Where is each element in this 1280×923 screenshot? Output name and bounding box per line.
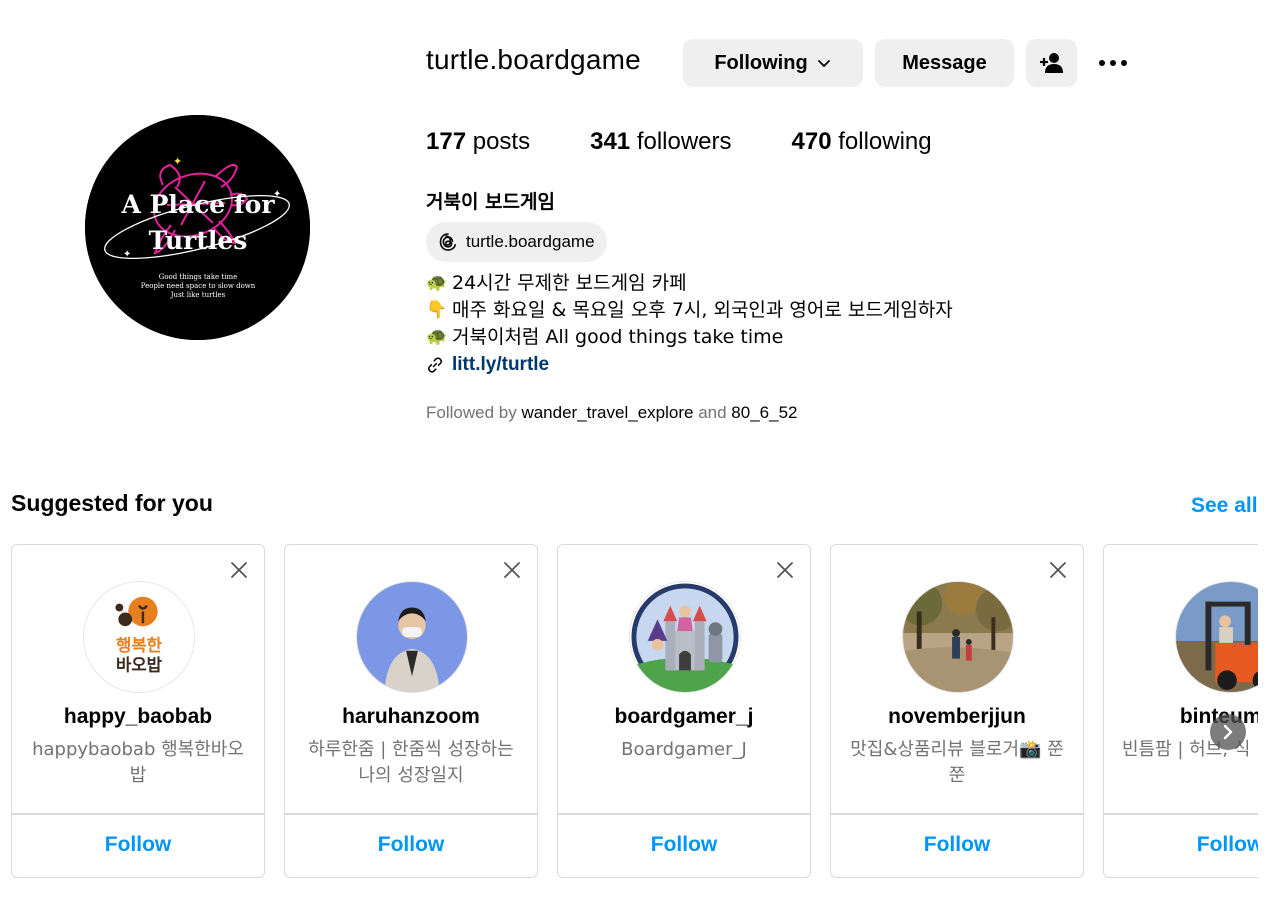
- suggestion-card: novemberjjun 맛집&상품리뷰 블로거📸 쭌쭌 Follow: [830, 544, 1084, 878]
- bio-line-1: 🐢 24시간 무제한 보드게임 카페: [426, 270, 953, 297]
- avatar-title-line1: A Place for: [120, 190, 275, 219]
- followers-stat[interactable]: 341 followers: [590, 128, 731, 156]
- baobab-logo-line1: 행복한: [116, 635, 163, 655]
- avatar-title-line2: Turtles: [149, 226, 248, 255]
- carousel-next-button[interactable]: [1210, 714, 1246, 750]
- turtle-emoji-icon: 🐢: [426, 327, 448, 347]
- suggestion-avatar[interactable]: [356, 581, 468, 693]
- person-photo: [357, 582, 467, 692]
- followed-by-user-2[interactable]: 80_6_52: [731, 403, 797, 422]
- suggestion-card: boardgamer_j Boardgamer_J Follow: [557, 544, 811, 878]
- add-user-button[interactable]: [1026, 39, 1077, 87]
- suggested-title: Suggested for you: [11, 490, 213, 516]
- threads-icon: [439, 233, 456, 251]
- card-divider: [831, 813, 1083, 815]
- profile-bio: 🐢 24시간 무제한 보드게임 카페 👇 매주 화요일 & 목요일 오후 7시, 외…: [426, 270, 953, 378]
- suggested-carousel: 행복한 바오밥 happy_baobab happybaobab 행복한바오밥 …: [11, 544, 1258, 879]
- bio-link[interactable]: litt.ly/turtle: [426, 351, 953, 378]
- chevron-right-icon: [1223, 724, 1233, 740]
- suggestion-subtitle: Boardgamer_J: [621, 739, 747, 760]
- park-photo: [903, 582, 1013, 692]
- profile-username: turtle.boardgame: [426, 44, 641, 75]
- suggestion-username[interactable]: boardgamer_j: [558, 705, 810, 729]
- baobab-logo-line2: 바오밥: [116, 655, 163, 674]
- suggestion-avatar[interactable]: [902, 581, 1014, 693]
- card-divider: [1104, 813, 1258, 815]
- turtle-emoji-icon: 🐢: [426, 273, 448, 293]
- svg-text:✦: ✦: [273, 189, 281, 200]
- svg-text:✦: ✦: [123, 249, 131, 260]
- forklift-photo: [1176, 582, 1258, 692]
- suggestion-avatar[interactable]: [1175, 581, 1258, 693]
- castle-illustration: [630, 582, 740, 692]
- posts-stat[interactable]: 177 posts: [426, 128, 530, 156]
- threads-badge[interactable]: turtle.boardgame: [426, 222, 607, 262]
- suggestion-username[interactable]: novemberjjun: [831, 705, 1083, 729]
- avatar-tagline-2: People need space to slow down: [141, 282, 256, 290]
- threads-handle: turtle.boardgame: [466, 232, 595, 251]
- avatar-tagline-3: Just like turtles: [170, 291, 226, 299]
- link-icon: [427, 356, 443, 373]
- follow-button[interactable]: Follow: [1104, 833, 1258, 857]
- follow-button[interactable]: Follow: [285, 833, 537, 857]
- message-button[interactable]: Message: [875, 39, 1014, 87]
- close-icon[interactable]: [228, 559, 250, 581]
- suggestion-avatar[interactable]: 행복한 바오밥: [83, 581, 195, 693]
- close-icon[interactable]: [501, 559, 523, 581]
- following-stat[interactable]: 470 following: [792, 128, 932, 156]
- message-button-label: Message: [902, 51, 987, 74]
- suggestion-subtitle: 맛집&상품리뷰 블로거📸 쭌쭌: [850, 739, 1064, 786]
- suggestion-subtitle: 하루한줌 | 한줌씩 성장하는 나의 성장일지: [308, 739, 514, 786]
- bio-link-text[interactable]: litt.ly/turtle: [452, 351, 549, 378]
- close-icon[interactable]: [1047, 559, 1069, 581]
- suggestion-username[interactable]: haruhanzoom: [285, 705, 537, 729]
- add-user-icon: [1039, 53, 1063, 73]
- profile-avatar[interactable]: A Place for Turtles Good things take tim…: [85, 115, 310, 340]
- svg-text:✦: ✦: [173, 155, 182, 168]
- card-divider: [558, 813, 810, 815]
- more-options-icon[interactable]: [1093, 48, 1133, 78]
- profile-avatar-logo: A Place for Turtles Good things take tim…: [85, 115, 310, 340]
- suggestion-username[interactable]: happy_baobab: [12, 705, 264, 729]
- card-divider: [285, 813, 537, 815]
- followed-by-text[interactable]: Followed by wander_travel_explore and 80…: [426, 403, 797, 423]
- following-button[interactable]: Following: [683, 39, 863, 87]
- follow-button[interactable]: Follow: [12, 833, 264, 857]
- baobab-logo: 행복한 바오밥: [84, 582, 194, 692]
- suggestion-card: haruhanzoom 하루한줌 | 한줌씩 성장하는 나의 성장일지 Foll…: [284, 544, 538, 878]
- bio-line-3: 🐢 거북이처럼 All good things take time: [426, 324, 953, 351]
- following-button-label: Following: [714, 51, 808, 74]
- close-icon[interactable]: [774, 559, 796, 581]
- see-all-link[interactable]: See all: [1191, 494, 1258, 518]
- suggestion-card: binteum_f 빈틈팜 | 허브, 식 Follow: [1103, 544, 1258, 878]
- suggestion-avatar[interactable]: [629, 581, 741, 693]
- chevron-down-icon: [817, 60, 830, 67]
- pointing-down-emoji-icon: 👇: [426, 300, 448, 320]
- suggestion-subtitle: happybaobab 행복한바오밥: [32, 739, 244, 786]
- bio-line-2: 👇 매주 화요일 & 목요일 오후 7시, 외국인과 영어로 보드게임하자: [426, 297, 953, 324]
- follow-button[interactable]: Follow: [558, 833, 810, 857]
- followed-by-user-1[interactable]: wander_travel_explore: [521, 403, 693, 422]
- suggestion-card: 행복한 바오밥 happy_baobab happybaobab 행복한바오밥 …: [11, 544, 265, 878]
- follow-button[interactable]: Follow: [831, 833, 1083, 857]
- avatar-tagline-1: Good things take time: [159, 273, 238, 281]
- profile-full-name: 거북이 보드게임: [426, 191, 555, 213]
- profile-stats: 177 posts 341 followers 470 following: [426, 128, 992, 156]
- card-divider: [12, 813, 264, 815]
